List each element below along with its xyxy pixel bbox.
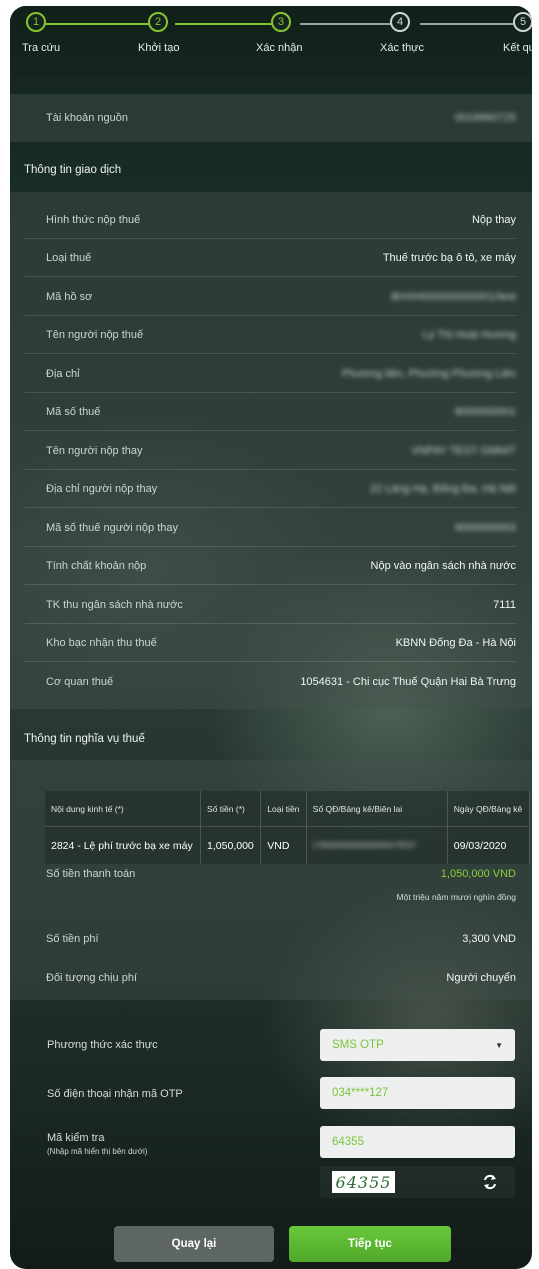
auth-method-label: Phương thức xác thực — [47, 1039, 158, 1051]
table-header: Ngày QĐ/Bảng kê — [447, 791, 531, 827]
refresh-captcha-icon[interactable] — [481, 1173, 499, 1191]
back-button[interactable]: Quay lại — [114, 1226, 274, 1262]
captcha-input-value: 64355 — [332, 1136, 364, 1148]
info-label: Loại thuế — [46, 251, 92, 264]
info-value: Phương liên, Phường Phương Liên — [341, 367, 516, 380]
info-value: VNPAY TEST GMNIT — [411, 444, 516, 457]
info-label: Kho bạc nhận thu thuế — [46, 636, 157, 649]
info-row: TK thu ngân sách nhà nước 7111 — [25, 586, 516, 624]
otp-phone-value: 034****127 — [332, 1087, 389, 1099]
info-label: Tên người nộp thuế — [46, 328, 144, 341]
table-header: Nội dung kinh tế (*) — [45, 791, 202, 827]
fee-value: 3,300 VND — [462, 933, 516, 945]
info-label: Hình thức nộp thuế — [46, 213, 141, 226]
fee-label: Số tiền phí — [46, 933, 99, 945]
step-2-circle: 2 — [148, 12, 168, 32]
info-label: Địa chỉ — [46, 367, 80, 380]
source-account-value: 0019960725 — [454, 112, 516, 124]
table-header: Loại tiền — [260, 791, 307, 827]
step-2-label: Khởi tạo — [138, 42, 180, 54]
progress-stepper: 1 2 3 4 5 Tra cứu Khởi tạo Xác nhận Xác … — [10, 6, 532, 76]
step-connector — [175, 23, 280, 25]
table-header: Số QĐ/Bảng kê/Biên lai — [306, 791, 448, 827]
step-3-label: Xác nhận — [256, 42, 303, 54]
info-row: Loại thuế Thuế trước bạ ô tô, xe máy — [25, 239, 516, 277]
fee-row: Số tiền phí 3,300 VND — [25, 920, 516, 958]
step-connector — [300, 23, 400, 25]
info-row: Địa chỉ Phương liên, Phường Phương Liên — [25, 355, 516, 393]
info-value: Thuế trước bạ ô tô, xe máy — [382, 251, 516, 264]
table-cell: 1,050,000 — [200, 826, 262, 864]
info-label: Mã hồ sơ — [46, 290, 93, 303]
obligation-info-title: Thông tin nghĩa vụ thuế — [24, 733, 145, 745]
table-cell: 2824 - Lệ phí trước bạ xe máy — [45, 826, 202, 864]
info-value: Nộp thay — [471, 213, 516, 226]
info-row: Tên người nộp thay VNPAY TEST GMNIT — [25, 432, 516, 470]
payment-amount-words: Một triệu năm mươi nghìn đồng — [396, 892, 516, 902]
step-5-circle: 5 — [513, 12, 532, 32]
step-3-circle: 3 — [271, 12, 291, 32]
fee-payer-label: Đối tượng chịu phí — [46, 972, 138, 984]
captcha-image: 64355 — [332, 1171, 395, 1193]
captcha-input[interactable]: 64355 — [320, 1126, 515, 1158]
step-4-circle: 4 — [390, 12, 410, 32]
info-value: KBNN Đống Đa - Hà Nội — [395, 636, 516, 649]
info-value: 22 Láng Hạ, Đống Đa, Hà Nội — [369, 482, 516, 495]
info-value: BHXH000000000001/test — [391, 290, 516, 303]
info-label: TK thu ngân sách nhà nước — [46, 598, 183, 611]
info-value: Lý Thị Hoài Hương — [422, 328, 516, 341]
info-row: Kho bạc nhận thu thuế KBNN Đống Đa - Hà … — [25, 624, 516, 662]
payment-amount-value: 1,050,000 VND — [440, 868, 516, 880]
info-row: Mã số thuế người nộp thay 9000000003 — [25, 509, 516, 547]
step-1-label: Tra cứu — [22, 42, 61, 54]
captcha-label: Mã kiểm tra — [47, 1132, 105, 1144]
info-value: 7111 — [493, 598, 516, 611]
info-label: Mã số thuế người nộp thay — [46, 521, 178, 534]
info-value: Nộp vào ngân sách nhà nước — [370, 559, 516, 572]
info-row: Hình thức nộp thuế Nộp thay — [25, 201, 516, 239]
table-cell: LTB000000000000001/TEST — [306, 826, 448, 864]
payment-amount-label: Số tiền thanh toán — [46, 868, 136, 880]
source-account-row: Tài khoản nguồn 0019960725 — [25, 99, 516, 137]
captcha-hint: (Nhập mã hiển thị bên dưới) — [47, 1147, 148, 1156]
dropdown-arrow-icon: ▼ — [495, 1040, 503, 1050]
info-label: Mã số thuế — [46, 405, 101, 418]
info-value: 8000000001 — [454, 405, 516, 418]
step-4-label: Xác thực — [380, 42, 425, 54]
otp-phone-field[interactable]: 034****127 — [320, 1077, 515, 1109]
table-header-row: Nội dung kinh tế (*) Số tiền (*) Loại ti… — [45, 791, 531, 827]
info-row: Mã số thuế 8000000001 — [25, 393, 516, 431]
info-row: Mã hồ sơ BHXH000000000001/test — [25, 278, 516, 316]
table-row: 2824 - Lệ phí trước bạ xe máy 1,050,000 … — [45, 826, 531, 864]
table-cell: 09/03/2020 — [447, 826, 531, 864]
fee-payer-row: Đối tượng chịu phí Người chuyển — [25, 959, 516, 997]
step-connector — [420, 23, 520, 25]
info-value: 9000000003 — [454, 521, 516, 534]
info-label: Địa chỉ người nộp thay — [46, 482, 158, 495]
step-5-label: Kết quả — [503, 42, 532, 54]
captcha-box: 64355 — [320, 1166, 515, 1198]
info-label: Tính chất khoản nộp — [46, 559, 147, 572]
table-header: Số tiền (*) — [200, 791, 262, 827]
table-cell: VND — [260, 826, 307, 864]
transaction-info-title: Thông tin giao dịch — [24, 164, 122, 176]
info-row: Tên người nộp thuế Lý Thị Hoài Hương — [25, 316, 516, 354]
info-row: Cơ quan thuế 1054631 - Chi cục Thuế Quận… — [25, 663, 516, 701]
auth-method-select[interactable]: SMS OTP ▼ — [320, 1029, 515, 1061]
otp-phone-label: Số điện thoại nhận mã OTP — [47, 1088, 183, 1100]
obligation-table: Nội dung kinh tế (*) Số tiền (*) Loại ti… — [45, 791, 531, 864]
app-frame: 1 2 3 4 5 Tra cứu Khởi tạo Xác nhận Xác … — [10, 6, 532, 1269]
info-row: Tính chất khoản nộp Nộp vào ngân sách nh… — [25, 547, 516, 585]
info-value: 1054631 - Chi cục Thuế Quận Hai Bà Trưng — [300, 676, 516, 688]
next-button[interactable]: Tiếp tục — [289, 1226, 451, 1262]
auth-method-value: SMS OTP — [332, 1039, 384, 1051]
info-label: Cơ quan thuế — [46, 676, 114, 688]
fee-payer-value: Người chuyển — [446, 972, 516, 984]
step-1-circle: 1 — [26, 12, 46, 32]
info-label: Tên người nộp thay — [46, 444, 143, 457]
source-account-label: Tài khoản nguồn — [46, 112, 128, 124]
step-connector — [30, 23, 155, 25]
info-row: Địa chỉ người nộp thay 22 Láng Hạ, Đống … — [25, 470, 516, 508]
